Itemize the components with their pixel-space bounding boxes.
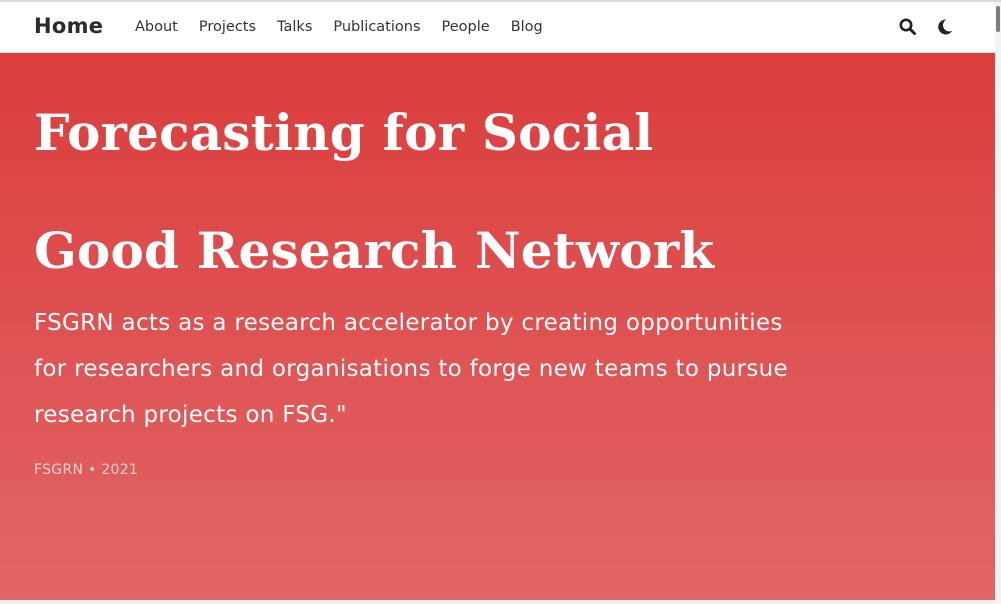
hero-meta: FSGRN • 2021 (34, 462, 139, 478)
navbar: Home About Projects Talks Publications P… (0, 2, 1001, 53)
nav-link-publications[interactable]: Publications (333, 19, 420, 35)
hero-description: FSGRN acts as a research accelerator by … (34, 310, 788, 428)
nav-link-talks[interactable]: Talks (277, 19, 312, 35)
hero-title: Forecasting for Social Good Research Net… (34, 103, 715, 280)
brand-home-link[interactable]: Home (34, 14, 103, 38)
hero-bottom-border (0, 600, 1001, 604)
moon-icon[interactable] (935, 17, 955, 37)
vertical-scrollbar[interactable] (995, 2, 1001, 604)
nav-links: About Projects Talks Publications People… (135, 19, 564, 35)
nav-link-people[interactable]: People (442, 19, 490, 35)
nav-link-blog[interactable]: Blog (511, 19, 543, 35)
scrollbar-thumb[interactable] (996, 6, 1000, 32)
search-icon[interactable] (898, 17, 918, 37)
page: Home About Projects Talks Publications P… (0, 0, 1001, 604)
nav-link-about[interactable]: About (135, 19, 178, 35)
nav-link-projects[interactable]: Projects (199, 19, 256, 35)
